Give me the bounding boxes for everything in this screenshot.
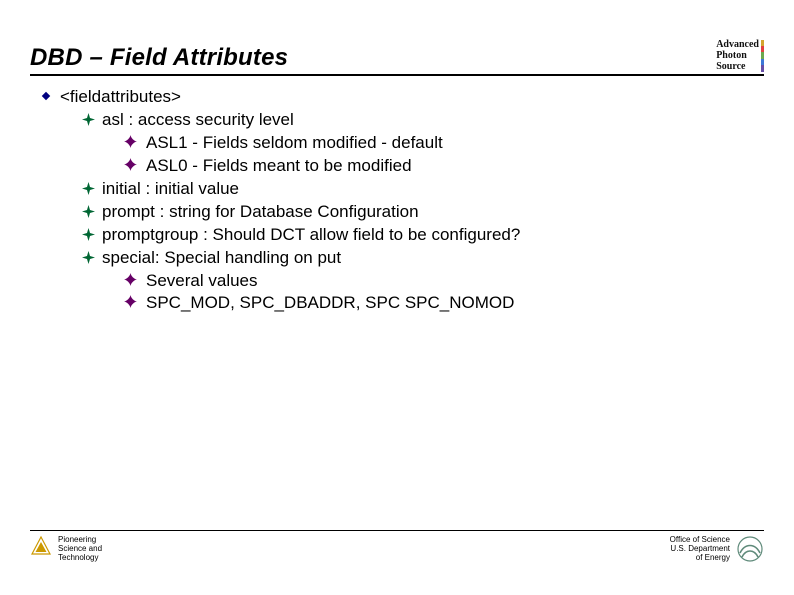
office-of-science-logo-icon [736, 535, 764, 563]
bullet-text: initial : initial value [102, 179, 239, 198]
bullet-text: prompt : string for Database Configurati… [102, 202, 419, 221]
bullet-text: ASL1 - Fields seldom modified - default [146, 133, 443, 152]
list-item: Several values [124, 270, 754, 293]
footer: Pioneering Science and Technology Office… [30, 530, 764, 575]
list-item: prompt : string for Database Configurati… [82, 201, 754, 224]
footer-left2: Science and [58, 544, 102, 553]
list-item: SPC_MOD, SPC_DBADDR, SPC SPC_NOMOD [124, 292, 754, 315]
bullet-text: special: Special handling on put [102, 248, 341, 267]
triangle-logo-icon [30, 535, 52, 557]
bullet-text: asl : access security level [102, 110, 294, 129]
page-title: DBD – Field Attributes [30, 44, 288, 72]
bullet-text: <fieldattributes> [60, 87, 181, 106]
cross-icon [124, 295, 137, 308]
title-row: DBD – Field Attributes Advanced Photon S… [30, 28, 764, 76]
aps-logo-text: Advanced Photon Source [716, 39, 759, 72]
cross-icon [124, 273, 137, 286]
list-item: special: Special handling on put Several… [82, 247, 754, 316]
footer-right3: of Energy [670, 553, 730, 562]
list-item: ASL1 - Fields seldom modified - default [124, 132, 754, 155]
four-point-icon [82, 205, 95, 218]
content-body: <fieldattributes> asl : access security … [40, 86, 754, 315]
footer-right1: Office of Science [670, 535, 730, 544]
cross-icon [124, 158, 137, 171]
aps-logo: Advanced Photon Source [716, 39, 764, 72]
diamond-icon [40, 90, 52, 102]
aps-stripes-icon [761, 40, 764, 72]
four-point-icon [82, 182, 95, 195]
slide: DBD – Field Attributes Advanced Photon S… [0, 0, 794, 595]
footer-right2: U.S. Department [670, 544, 730, 553]
footer-right: Office of Science U.S. Department of Ene… [670, 535, 764, 563]
bullet-text: SPC_MOD, SPC_DBADDR, SPC SPC_NOMOD [146, 293, 514, 312]
footer-left1: Pioneering [58, 535, 102, 544]
list-item: promptgroup : Should DCT allow field to … [82, 224, 754, 247]
list-item: ASL0 - Fields meant to be modified [124, 155, 754, 178]
list-item: initial : initial value [82, 178, 754, 201]
aps-line1: Advanced [716, 39, 759, 50]
aps-line3: Source [716, 61, 759, 72]
list-item: <fieldattributes> asl : access security … [40, 86, 754, 315]
bullet-text: ASL0 - Fields meant to be modified [146, 156, 412, 175]
four-point-icon [82, 228, 95, 241]
cross-icon [124, 135, 137, 148]
footer-left: Pioneering Science and Technology [30, 535, 102, 562]
footer-left-text: Pioneering Science and Technology [58, 535, 102, 562]
four-point-icon [82, 113, 95, 126]
list-item: asl : access security level ASL1 - Field… [82, 109, 754, 178]
footer-right-text: Office of Science U.S. Department of Ene… [670, 535, 730, 562]
aps-line2: Photon [716, 50, 759, 61]
four-point-icon [82, 251, 95, 264]
footer-left3: Technology [58, 553, 102, 562]
bullet-text: Several values [146, 271, 258, 290]
bullet-text: promptgroup : Should DCT allow field to … [102, 225, 520, 244]
